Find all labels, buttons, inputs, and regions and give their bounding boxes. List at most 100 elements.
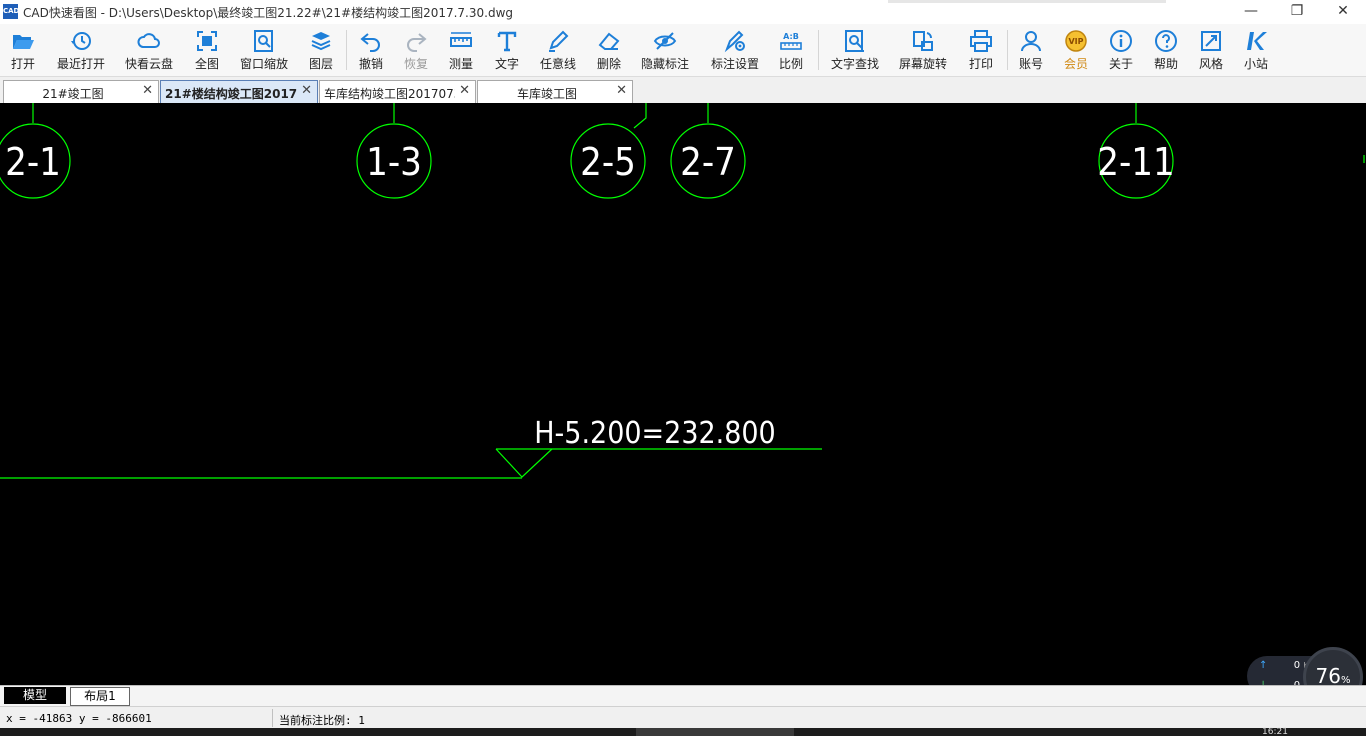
- pen-icon: [549, 30, 569, 52]
- layers-button[interactable]: 图层: [300, 24, 342, 76]
- ratio-icon: A:B: [780, 32, 802, 50]
- close-button[interactable]: ✕: [1320, 0, 1366, 24]
- axis-label-2-11: 2-11: [1097, 140, 1175, 184]
- redo-button[interactable]: 恢复: [395, 24, 437, 76]
- help-label: 帮助: [1153, 57, 1178, 71]
- toolbar-separator: [1007, 30, 1008, 70]
- annotation-gear-icon: [724, 30, 745, 53]
- help-button[interactable]: 帮助: [1145, 24, 1187, 76]
- text-search-button[interactable]: 文字查找: [826, 24, 884, 76]
- axis-label-2-1: 2-1: [5, 140, 61, 184]
- recent-label: 最近打开: [56, 57, 105, 71]
- window-zoom-button[interactable]: 窗口缩放: [236, 24, 292, 76]
- delete-button[interactable]: 删除: [588, 24, 630, 76]
- restore-button[interactable]: ❐: [1274, 0, 1320, 24]
- tab-garage-structure-drawing[interactable]: 车库结构竣工图20170730 ✕: [319, 80, 476, 103]
- notification-strip: [888, 0, 1166, 3]
- tab-label: 车库结构竣工图20170730: [324, 87, 455, 101]
- cad-drawing: 2-1 1-3 2-5 2-7 2-11 H-5.200=232.800: [0, 103, 1365, 479]
- upload-value: 0: [1293, 660, 1301, 671]
- taskbar-active-item[interactable]: [636, 728, 794, 736]
- user-icon: [1021, 31, 1041, 52]
- tab-close-icon[interactable]: ✕: [459, 83, 470, 98]
- elevation-marker-triangle: [495, 448, 553, 478]
- tab-21-structure-drawing[interactable]: 21#楼结构竣工图2017- ✕: [160, 80, 318, 103]
- svg-text:A:B: A:B: [783, 32, 799, 41]
- undo-button[interactable]: 撤销: [350, 24, 392, 76]
- tab-garage-completion-drawing[interactable]: 车库竣工图 ✕: [477, 80, 633, 103]
- toolbar-separator: [346, 30, 347, 70]
- measure-button[interactable]: 测量: [440, 24, 482, 76]
- tab-close-icon[interactable]: ✕: [142, 83, 153, 98]
- redo-label: 恢复: [403, 57, 428, 71]
- style-label: 风格: [1198, 57, 1223, 71]
- tab-21-completion-drawing[interactable]: 21#竣工图 ✕: [3, 80, 159, 103]
- fullview-button[interactable]: 全图: [186, 24, 228, 76]
- text-button[interactable]: 文字: [486, 24, 528, 76]
- elevation-text: H-5.200=232.800: [534, 416, 775, 451]
- window-zoom-icon: [254, 30, 273, 52]
- upload-arrow-icon: ↑: [1259, 660, 1268, 671]
- text-label: 文字: [494, 57, 519, 71]
- hide-annotation-button[interactable]: 隐藏标注: [638, 24, 692, 76]
- open-button[interactable]: 打开: [0, 24, 46, 76]
- history-icon: [71, 32, 91, 50]
- annotation-scale-status: 当前标注比例: 1: [279, 714, 365, 727]
- drawing-canvas[interactable]: 2-1 1-3 2-5 2-7 2-11 H-5.200=232.800: [0, 103, 1366, 685]
- about-label: 关于: [1108, 57, 1133, 71]
- window-title: CAD快速看图 - D:\Users\Desktop\最终竣工图21.22#\2…: [23, 6, 514, 20]
- vip-label: 会员: [1063, 57, 1088, 71]
- rotate-screen-button[interactable]: 屏幕旋转: [894, 24, 952, 76]
- folder-open-icon: [13, 35, 34, 49]
- taskbar-edge: 16:21: [0, 727, 1366, 737]
- hide-annotation-label: 隐藏标注: [640, 57, 689, 71]
- printer-icon: [970, 30, 992, 52]
- text-search-icon: [845, 30, 864, 52]
- minimize-button[interactable]: —: [1228, 0, 1274, 24]
- freeline-label: 任意线: [539, 57, 576, 71]
- text-search-label: 文字查找: [830, 57, 879, 71]
- scale-button[interactable]: A:B 比例: [770, 24, 812, 76]
- open-label: 打开: [10, 57, 35, 71]
- annotation-settings-button[interactable]: 标注设置: [706, 24, 764, 76]
- rotate-screen-label: 屏幕旋转: [898, 57, 947, 71]
- site-button[interactable]: 小站: [1235, 24, 1277, 76]
- tab-label: 车库竣工图: [516, 87, 577, 101]
- fullview-icon: [197, 31, 217, 51]
- tab-close-icon[interactable]: ✕: [616, 83, 627, 98]
- layers-label: 图层: [308, 57, 333, 71]
- scale-label: 比例: [778, 57, 803, 71]
- taskbar-clock: 16:21: [1262, 727, 1288, 737]
- print-button[interactable]: 打印: [960, 24, 1002, 76]
- vip-button[interactable]: VIP 会员: [1055, 24, 1097, 76]
- delete-label: 删除: [596, 57, 621, 71]
- cursor-coordinates: x = -41863 y = -866601: [6, 712, 152, 725]
- style-icon: [1201, 31, 1221, 51]
- cloud-icon: [137, 33, 160, 48]
- svg-text:VIP: VIP: [1068, 37, 1083, 46]
- info-icon: [1110, 30, 1132, 52]
- freeline-button[interactable]: 任意线: [534, 24, 582, 76]
- account-label: 账号: [1018, 57, 1043, 71]
- tab-label: 21#楼结构竣工图2017-: [165, 87, 297, 101]
- eraser-icon: [598, 32, 620, 50]
- cloud-button[interactable]: 快看云盘: [120, 24, 178, 76]
- recent-button[interactable]: 最近打开: [52, 24, 110, 76]
- title-bar: CAD CAD快速看图 - D:\Users\Desktop\最终竣工图21.2…: [0, 0, 1366, 24]
- layers-icon: [311, 32, 331, 51]
- style-button[interactable]: 风格: [1190, 24, 1232, 76]
- layout-tab-bar: 模型 布局1: [0, 685, 1366, 706]
- tab-close-icon[interactable]: ✕: [301, 83, 312, 98]
- vip-icon: VIP: [1065, 30, 1087, 52]
- about-button[interactable]: 关于: [1100, 24, 1142, 76]
- main-toolbar: 打开 最近打开 快看云盘 全图 窗口缩放 图层 撤销 恢复 测量 文字 任意线: [0, 24, 1366, 77]
- layout-tab-model[interactable]: 模型: [4, 687, 66, 704]
- ruler-icon: [450, 32, 472, 47]
- account-button[interactable]: 账号: [1010, 24, 1052, 76]
- document-tab-bar: 21#竣工图 ✕ 21#楼结构竣工图2017- ✕ 车库结构竣工图2017073…: [0, 77, 1366, 103]
- status-bar: x = -41863 y = -866601 当前标注比例: 1: [0, 706, 1366, 729]
- help-icon: [1155, 30, 1177, 52]
- tab-label: 21#竣工图: [42, 87, 104, 101]
- k-site-icon: [1247, 32, 1267, 50]
- layout-tab-layout1[interactable]: 布局1: [70, 687, 130, 706]
